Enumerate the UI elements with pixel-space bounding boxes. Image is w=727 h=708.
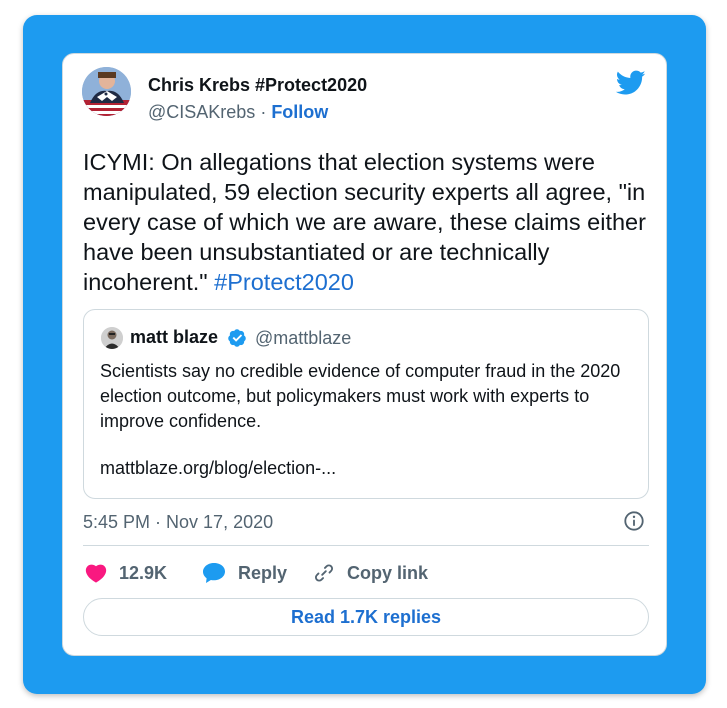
- person-avatar-icon: [101, 327, 123, 349]
- tweet-timestamp[interactable]: 5:45 PM · Nov 17, 2020: [83, 512, 273, 533]
- author-handle[interactable]: @CISAKrebs: [148, 102, 255, 122]
- quote-author-name: matt blaze: [130, 327, 219, 347]
- copy-link-button[interactable]: Copy link: [313, 559, 428, 587]
- quote-link[interactable]: mattblaze.org/blog/election-...: [100, 458, 336, 479]
- handle-separator: ·: [255, 102, 272, 122]
- tweet-card: Chris Krebs #Protect2020 @CISAKrebs · Fo…: [62, 53, 667, 656]
- hashtag-link[interactable]: #Protect2020: [214, 269, 354, 295]
- like-button[interactable]: 12.9K: [85, 559, 167, 587]
- tweet-text: ICYMI: On allegations that election syst…: [83, 147, 653, 297]
- author-avatar[interactable]: [82, 67, 131, 116]
- reply-button[interactable]: Reply: [202, 559, 287, 587]
- reply-label: Reply: [238, 562, 288, 583]
- link-icon: [315, 564, 333, 582]
- quote-author-avatar: [101, 327, 123, 349]
- follow-link[interactable]: Follow: [271, 102, 328, 122]
- divider: [83, 545, 649, 546]
- like-count: 12.9K: [119, 562, 168, 583]
- twitter-bird-icon[interactable]: [616, 70, 646, 96]
- read-replies-button[interactable]: Read 1.7K replies: [83, 598, 649, 636]
- quote-author-handle: @mattblaze: [255, 328, 352, 348]
- tweet-body: ICYMI: On allegations that election syst…: [83, 149, 646, 295]
- copy-link-label: Copy link: [347, 562, 429, 583]
- heart-icon: [85, 564, 107, 583]
- verified-badge-icon: [228, 329, 246, 347]
- read-replies-label: Read 1.7K replies: [290, 606, 442, 627]
- speech-bubble-icon: [203, 563, 225, 583]
- quoted-tweet[interactable]: matt blaze @mattblaze Scientists say no …: [83, 309, 649, 499]
- author-name[interactable]: Chris Krebs #Protect2020: [148, 75, 367, 96]
- author-handle-row: @CISAKrebs · Follow: [148, 102, 328, 123]
- quote-text: Scientists say no credible evidence of c…: [100, 361, 621, 431]
- info-icon[interactable]: [623, 510, 645, 532]
- eagle-avatar-icon: [82, 67, 131, 116]
